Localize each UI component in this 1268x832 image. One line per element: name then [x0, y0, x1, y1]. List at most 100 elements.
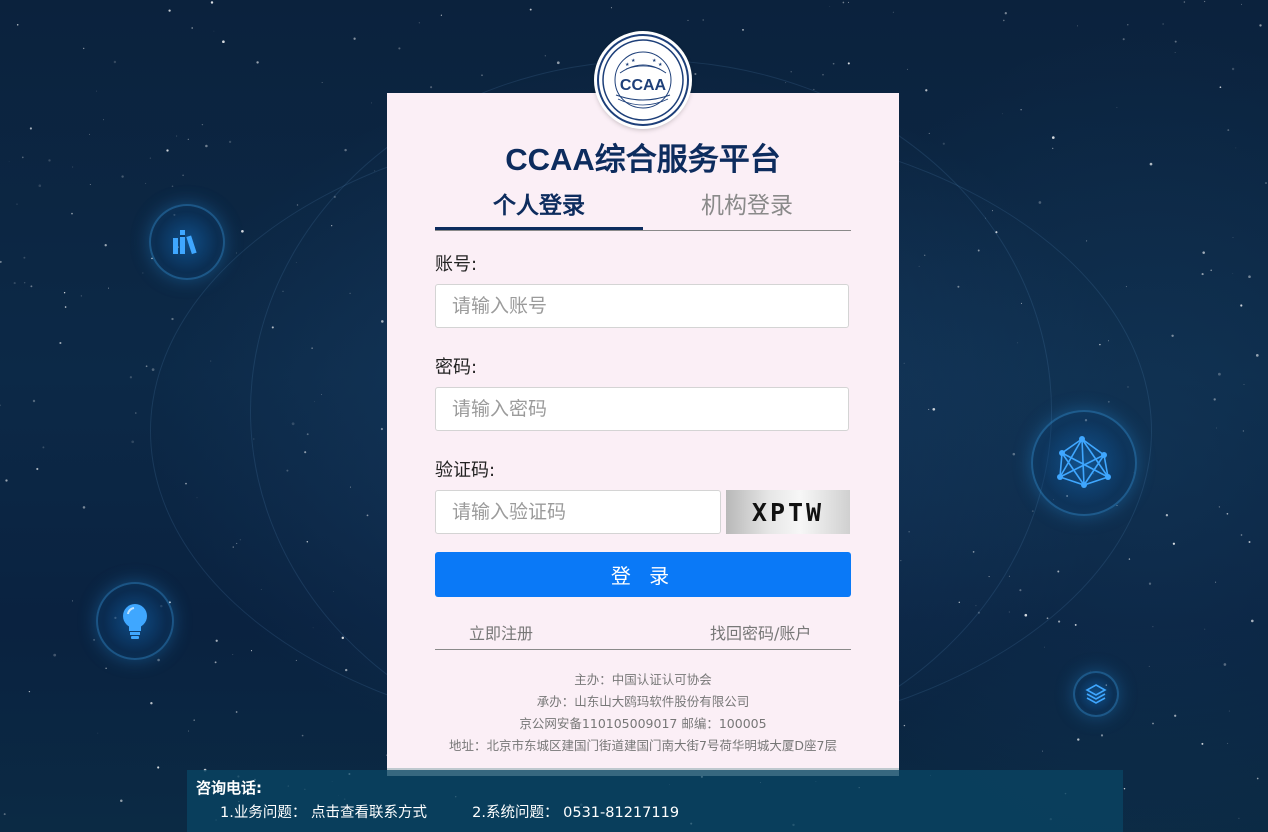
star: [1201, 742, 1204, 745]
footer-contacts: 1.业务问题： 点击查看联系方式 2.系统问题： 0531-81217119: [220, 801, 679, 822]
star: [832, 62, 835, 65]
star: [925, 89, 928, 92]
star: [1044, 646, 1045, 648]
star: [321, 82, 323, 83]
star: [97, 732, 99, 734]
star: [1165, 514, 1169, 517]
star: [1231, 67, 1235, 71]
star: [142, 272, 144, 274]
star: [59, 341, 62, 345]
star: [906, 68, 908, 70]
account-input[interactable]: [435, 284, 849, 328]
star: [129, 376, 133, 379]
star: [42, 446, 45, 449]
star: [201, 123, 204, 126]
star: [1162, 23, 1164, 25]
star: [71, 212, 73, 215]
star: [1148, 582, 1152, 585]
login-button[interactable]: 登 录: [435, 552, 851, 597]
star: [1052, 147, 1054, 150]
star: [1248, 541, 1251, 543]
ccaa-logo: ★ ★ ★ ★ CCAA: [596, 33, 690, 127]
account-label: 账号:: [435, 254, 478, 275]
star: [1232, 237, 1234, 239]
star: [149, 157, 152, 159]
star: [1256, 777, 1259, 780]
system-phone: 0531-81217119: [563, 805, 680, 821]
star: [1226, 512, 1229, 515]
captcha-label: 验证码:: [435, 460, 496, 481]
star: [3, 813, 6, 816]
star: [215, 639, 218, 642]
password-input[interactable]: [435, 387, 849, 431]
star: [1218, 506, 1221, 508]
star: [1259, 24, 1262, 27]
star: [89, 133, 90, 135]
captcha-input[interactable]: [435, 490, 721, 534]
star: [235, 711, 238, 713]
star: [1149, 162, 1153, 166]
star: [1128, 558, 1131, 560]
star: [301, 734, 304, 737]
star: [1148, 665, 1150, 667]
star: [742, 29, 744, 31]
star: [1051, 136, 1055, 139]
star: [171, 185, 174, 188]
register-link[interactable]: 立即注册: [469, 620, 533, 644]
star: [1077, 738, 1080, 741]
tab-organization-login[interactable]: 机构登录: [643, 186, 851, 229]
star: [113, 60, 117, 64]
star: [1201, 273, 1204, 276]
star: [1127, 24, 1129, 26]
star: [1174, 714, 1177, 717]
star: [191, 27, 194, 29]
star: [1228, 710, 1230, 712]
star: [1174, 52, 1176, 53]
star: [151, 368, 155, 371]
svg-text:★: ★: [658, 62, 663, 68]
recover-password-link[interactable]: 找回密码/账户: [710, 620, 811, 644]
star: [48, 159, 51, 162]
star: [16, 24, 19, 26]
star: [1235, 147, 1237, 149]
star: [96, 90, 98, 92]
network-icon: [1031, 410, 1137, 516]
business-contact-link[interactable]: 点击查看联系方式: [311, 805, 427, 821]
star: [481, 74, 483, 77]
star: [213, 30, 215, 32]
star: [610, 7, 612, 9]
captcha-image[interactable]: XPTW: [726, 490, 850, 534]
star: [145, 182, 147, 184]
star: [72, 166, 74, 168]
star: [93, 638, 96, 641]
star: [232, 654, 234, 656]
star: [847, 1, 850, 3]
star: [53, 653, 57, 657]
star: [222, 40, 225, 44]
star: [72, 600, 74, 602]
star: [135, 412, 137, 414]
star: [1152, 722, 1154, 725]
star: [120, 799, 123, 802]
star: [188, 730, 190, 732]
login-tabs: 个人登录 机构登录: [435, 186, 851, 231]
star: [1174, 40, 1177, 43]
host-info: 主办：中国认证认可协会: [574, 672, 712, 687]
star: [29, 127, 32, 130]
star: [1203, 0, 1206, 3]
organizer-info: 承办：山东山大鸥玛软件股份有限公司: [536, 694, 750, 709]
star: [104, 244, 107, 247]
star: [892, 11, 894, 13]
star: [166, 149, 169, 152]
star: [121, 175, 124, 178]
star: [176, 135, 178, 137]
star: [847, 62, 850, 65]
star: [82, 47, 85, 50]
star: [5, 479, 8, 482]
star: [1227, 742, 1229, 744]
star: [1265, 182, 1267, 184]
star: [32, 399, 36, 403]
star: [228, 140, 232, 144]
star: [145, 365, 148, 368]
tab-personal-login[interactable]: 个人登录: [435, 186, 643, 230]
